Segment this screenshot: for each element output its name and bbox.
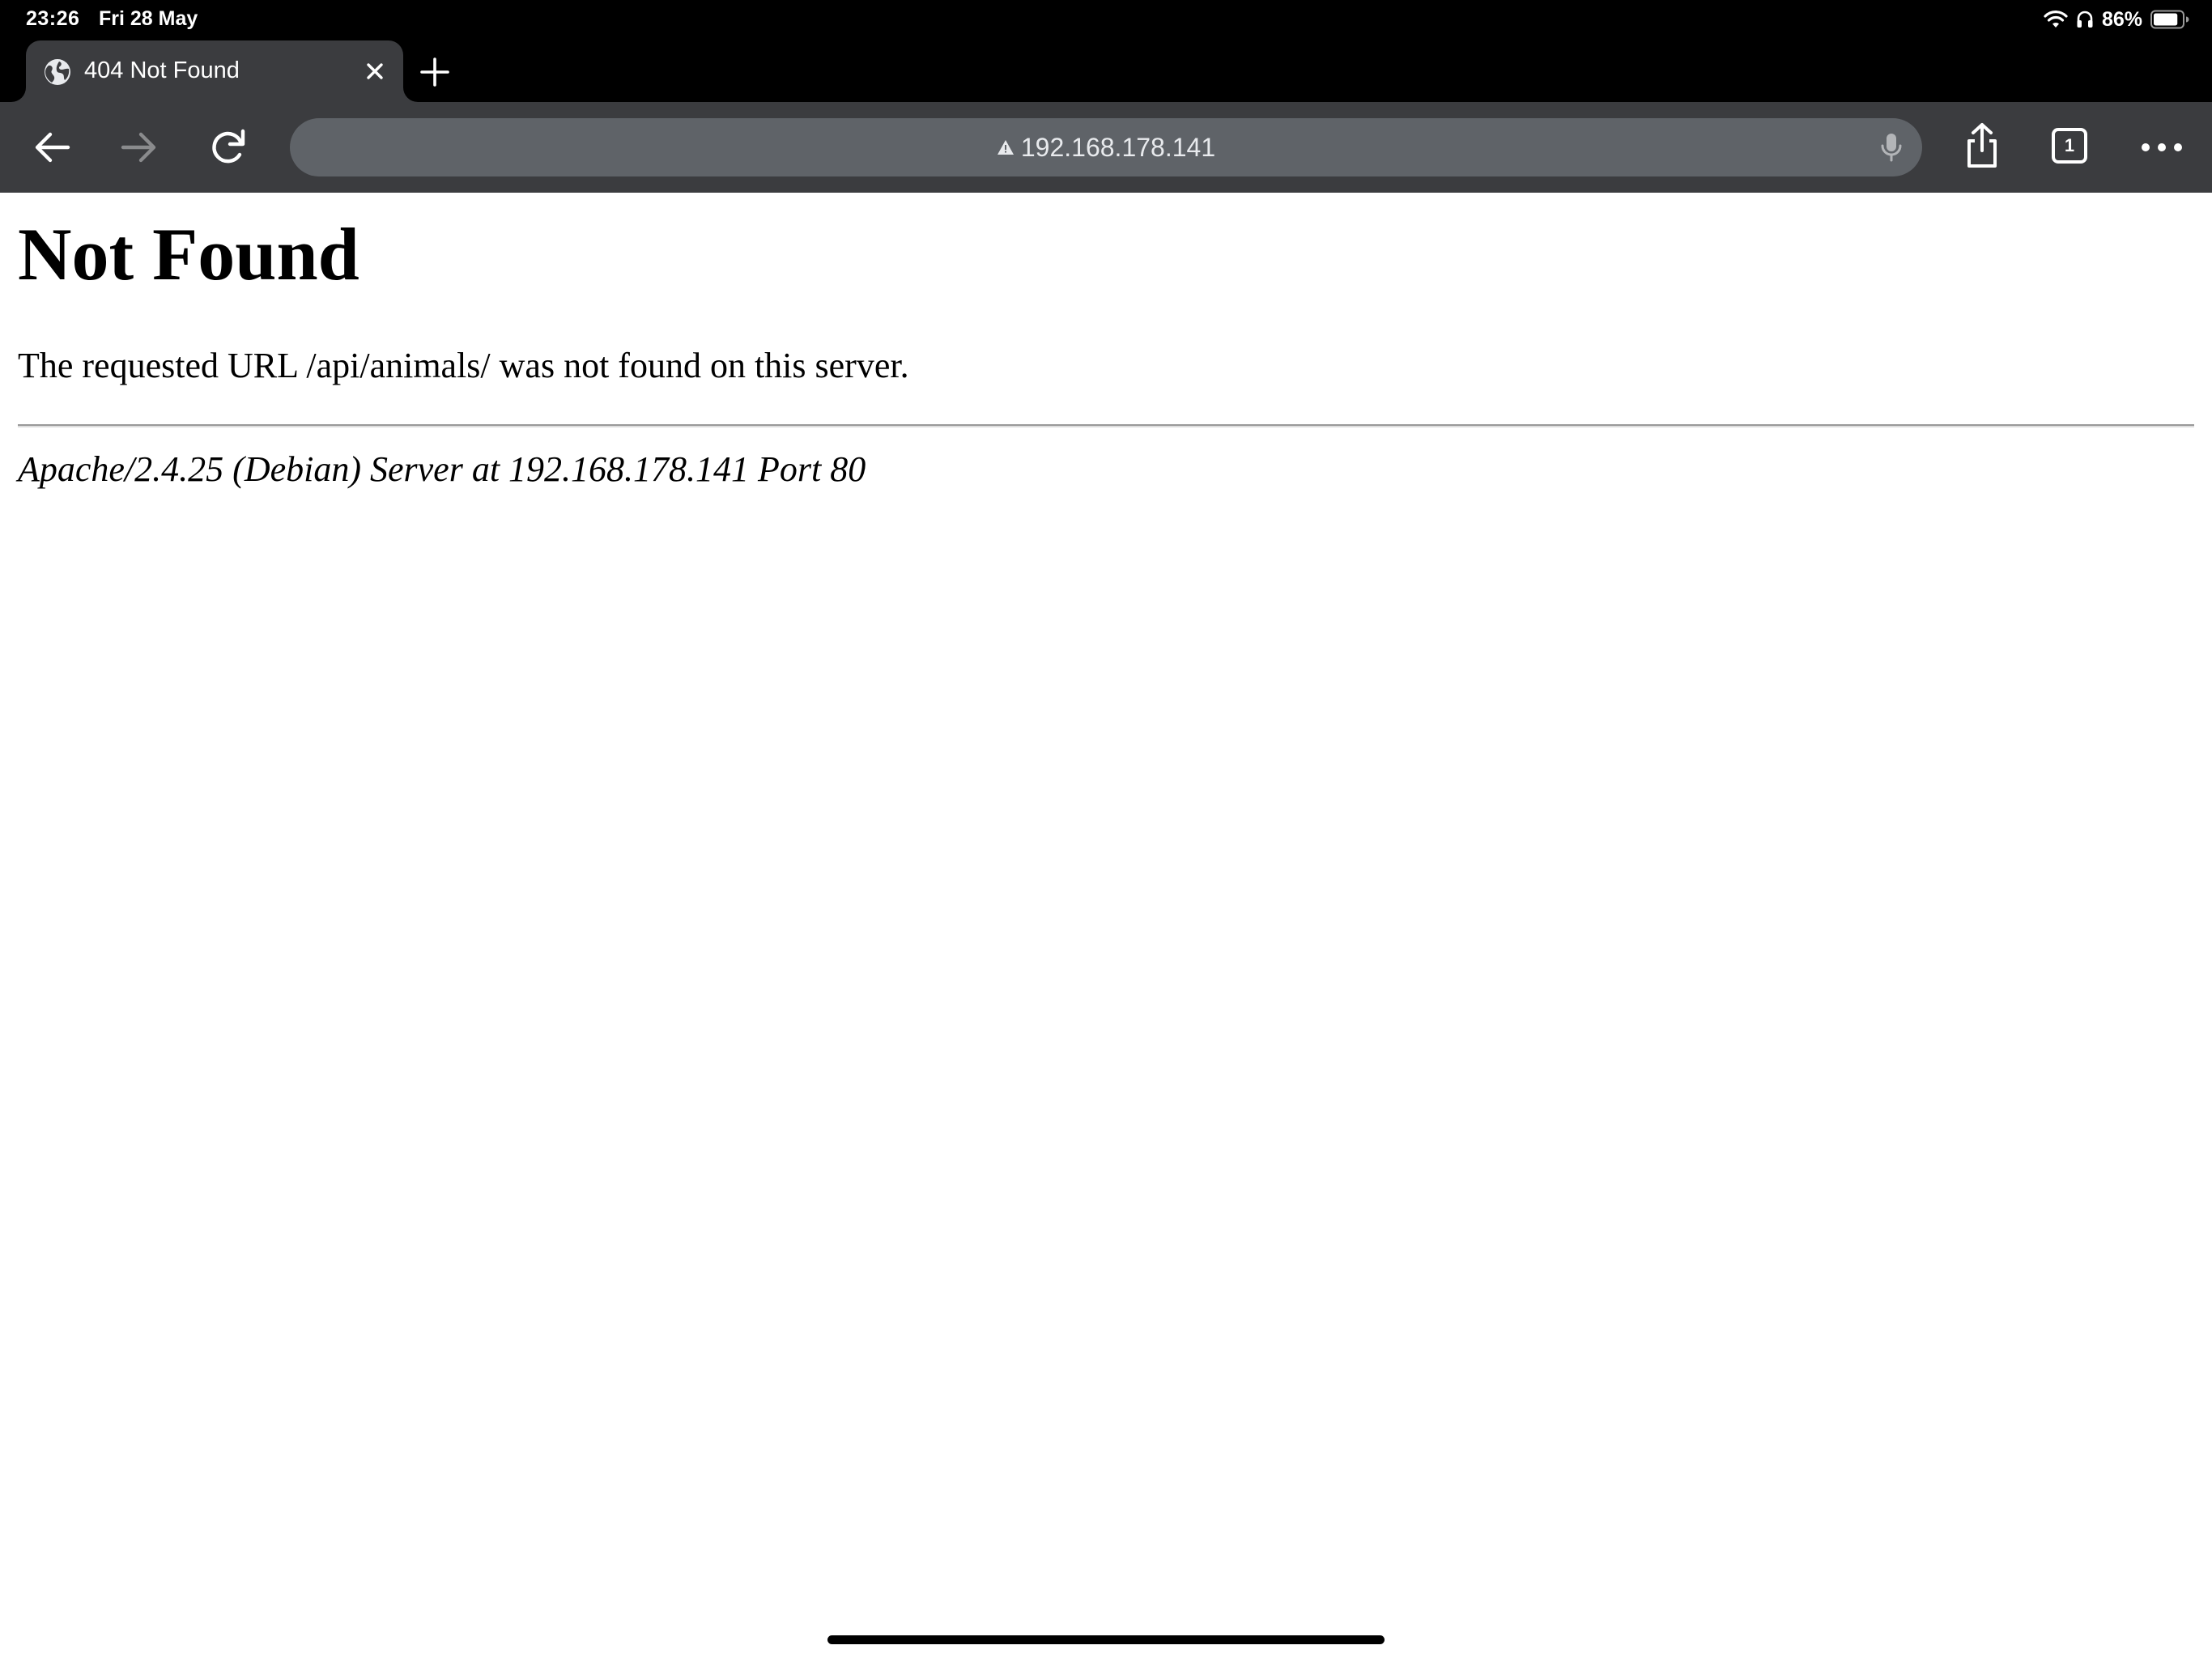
arrow-right-icon bbox=[121, 132, 156, 163]
reload-button[interactable] bbox=[207, 126, 249, 168]
address-bar[interactable]: 192.168.178.141 bbox=[290, 118, 1922, 176]
share-button[interactable] bbox=[1961, 121, 2003, 170]
more-horizontal-icon bbox=[2142, 143, 2182, 151]
status-date: Fri 28 May bbox=[99, 7, 198, 30]
battery-icon bbox=[2150, 10, 2189, 29]
status-indicators: 86% bbox=[2044, 5, 2189, 34]
address-bar-content: 192.168.178.141 bbox=[290, 118, 1922, 176]
divider bbox=[18, 424, 2194, 427]
forward-button[interactable] bbox=[118, 126, 160, 168]
home-indicator[interactable] bbox=[827, 1635, 1385, 1644]
tab-title: 404 Not Found bbox=[84, 57, 240, 83]
tab-switcher-button[interactable]: 1 bbox=[2052, 128, 2087, 164]
share-icon bbox=[1967, 123, 1997, 168]
server-signature: Apache/2.4.25 (Debian) Server at 192.168… bbox=[18, 449, 866, 489]
back-button[interactable] bbox=[31, 126, 73, 168]
status-bar: 23:26 Fri 28 May 86% bbox=[0, 0, 2212, 39]
web-page: Not Found The requested URL /api/animals… bbox=[0, 193, 2212, 1658]
tab-count: 1 bbox=[2064, 135, 2075, 155]
url-text[interactable]: 192.168.178.141 bbox=[1021, 133, 1215, 163]
status-time: 23:26 bbox=[26, 7, 80, 30]
headphones-icon bbox=[2077, 11, 2093, 28]
globe-icon bbox=[45, 59, 70, 85]
error-message: The requested URL /api/animals/ was not … bbox=[18, 346, 909, 385]
mic-icon[interactable] bbox=[1875, 131, 1908, 164]
battery-percentage: 86% bbox=[2101, 7, 2142, 31]
reload-icon bbox=[212, 129, 245, 164]
page-heading: Not Found bbox=[18, 213, 359, 295]
menu-button[interactable] bbox=[2139, 126, 2184, 168]
tab-strip: 404 Not Found bbox=[0, 39, 2212, 102]
browser-toolbar: 192.168.178.141 1 bbox=[0, 102, 2212, 193]
arrow-left-icon bbox=[35, 132, 70, 163]
tab-active[interactable]: 404 Not Found bbox=[26, 40, 403, 102]
wifi-icon bbox=[2044, 11, 2068, 28]
new-tab-button[interactable] bbox=[418, 55, 452, 89]
warning-icon[interactable] bbox=[997, 138, 1015, 156]
close-tab-icon[interactable] bbox=[363, 59, 387, 83]
